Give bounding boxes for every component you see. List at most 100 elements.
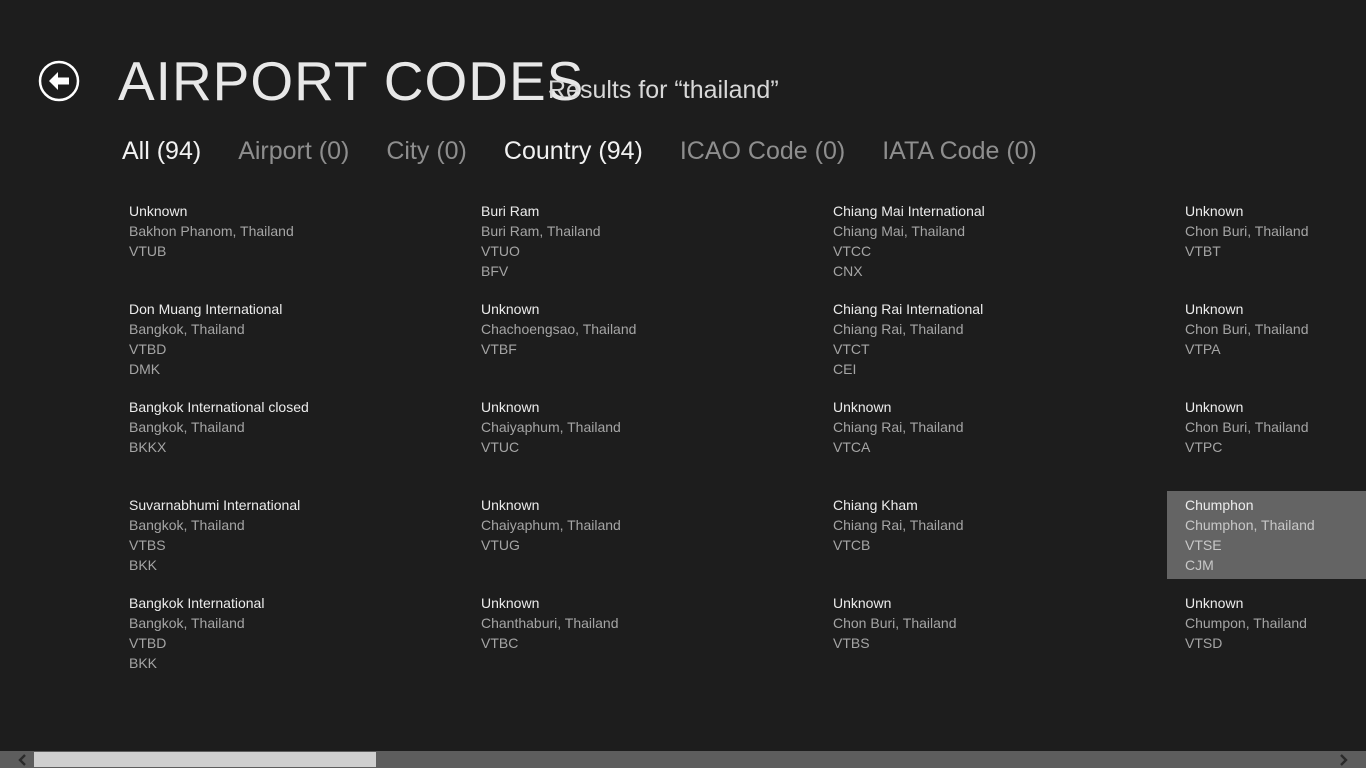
iata-code: BKK	[129, 557, 158, 573]
result-tile[interactable]: Unknown Chaiyaphum, Thailand VTUG	[463, 491, 662, 579]
icao-code: VTUO	[481, 243, 520, 259]
result-tile[interactable]: Unknown Chachoengsao, Thailand VTBF	[463, 295, 662, 383]
airport-name: Don Muang International	[129, 301, 283, 317]
result-tile[interactable]: Chiang Rai International Chiang Rai, Thai…	[815, 295, 1014, 383]
airport-location: Bangkok, Thailand	[129, 517, 245, 533]
airport-name: Unknown	[481, 595, 540, 611]
airport-location: Chumphon, Thailand	[1185, 517, 1315, 533]
result-tile[interactable]: Bangkok International closed Bangkok, Tha…	[111, 393, 310, 481]
airport-location: Chiang Rai, Thailand	[833, 419, 964, 435]
icao-code: VTUC	[481, 439, 520, 455]
airport-name: Unknown	[1185, 595, 1244, 611]
airport-name: Unknown	[481, 497, 540, 513]
result-tile[interactable]: Chiang Mai International Chiang Mai, Thai…	[815, 197, 1014, 285]
back-button[interactable]	[38, 60, 80, 102]
airport-name: Unknown	[1185, 399, 1244, 415]
iata-code: BKK	[129, 655, 158, 671]
iata-code: CEI	[833, 361, 857, 377]
icao-code: VTBT	[1185, 243, 1221, 259]
airport-location: Chachoengsao, Thailand	[481, 321, 637, 337]
page-title: AIRPORT CODES	[118, 50, 585, 112]
icao-code: VTCT	[833, 341, 870, 357]
airport-location: Chaiyaphum, Thailand	[481, 419, 621, 435]
filter-tab-all[interactable]: All (94)	[122, 132, 201, 170]
icao-code: VTUB	[129, 243, 167, 259]
airport-location: Chon Buri, Thailand	[1185, 223, 1309, 239]
scroll-left-button[interactable]	[12, 751, 32, 768]
airport-name: Buri Ram	[481, 203, 540, 219]
filter-tab-iata-code[interactable]: IATA Code (0)	[882, 132, 1037, 170]
filter-tab-city[interactable]: City (0)	[386, 132, 467, 170]
iata-code: DMK	[129, 361, 161, 377]
icao-code: VTPA	[1185, 341, 1221, 357]
back-arrow-circle-icon	[38, 60, 80, 102]
airport-location: Chon Buri, Thailand	[1185, 419, 1309, 435]
icao-code: VTBS	[833, 635, 870, 651]
airport-location: Bangkok, Thailand	[129, 615, 245, 631]
airport-name: Unknown	[481, 399, 540, 415]
icao-code: VTSE	[1185, 537, 1222, 553]
airport-name: Chiang Rai International	[833, 301, 984, 317]
result-tile[interactable]: Unknown Chumpon, Thailand VTSD	[1167, 589, 1366, 677]
icao-code: VTPC	[1185, 439, 1223, 455]
result-tile[interactable]: Unknown Chon Buri, Thailand VTPA	[1167, 295, 1366, 383]
airport-name: Unknown	[129, 203, 188, 219]
airport-location: Bakhon Phanom, Thailand	[129, 223, 294, 239]
airport-name: Suvarnabhumi International	[129, 497, 301, 513]
airport-name: Unknown	[481, 301, 540, 317]
airport-name: Unknown	[833, 595, 892, 611]
airport-location: Chon Buri, Thailand	[1185, 321, 1309, 337]
app-page: AIRPORT CODES Results for “thailand” All…	[0, 0, 1366, 768]
airport-name: Unknown	[1185, 203, 1244, 219]
airport-location: Bangkok, Thailand	[129, 321, 245, 337]
result-tile[interactable]: Unknown Chaiyaphum, Thailand VTUC	[463, 393, 662, 481]
airport-location: Bangkok, Thailand	[129, 419, 245, 435]
filter-tabs: All (94) Airport (0) City (0) Country (9…	[122, 132, 1037, 170]
horizontal-scrollbar[interactable]	[0, 751, 1366, 768]
airport-name: Chiang Mai International	[833, 203, 985, 219]
filter-tab-country[interactable]: Country (94)	[504, 132, 643, 170]
airport-name: Bangkok International	[129, 595, 265, 611]
airport-name: Bangkok International closed	[129, 399, 309, 415]
result-tile[interactable]: Suvarnabhumi International Bangkok, Thail…	[111, 491, 310, 579]
result-tile[interactable]: Unknown Bakhon Phanom, Thailand VTUB	[111, 197, 310, 285]
airport-name: Chiang Kham	[833, 497, 918, 513]
chevron-right-icon	[1340, 753, 1348, 766]
icao-code: VTUG	[481, 537, 520, 553]
airport-name: Unknown	[1185, 301, 1244, 317]
airport-location: Chon Buri, Thailand	[833, 615, 957, 631]
result-tile[interactable]: Unknown Chanthaburi, Thailand VTBC	[463, 589, 662, 677]
airport-name: Chumphon	[1185, 497, 1254, 513]
result-tile[interactable]: Don Muang International Bangkok, Thailand…	[111, 295, 310, 383]
result-tile[interactable]: Unknown Chon Buri, Thailand VTBT	[1167, 197, 1366, 285]
airport-location: Chiang Rai, Thailand	[833, 517, 964, 533]
iata-code: CJM	[1185, 557, 1214, 573]
airport-location: Chiang Mai, Thailand	[833, 223, 966, 239]
icao-code: VTBS	[129, 537, 166, 553]
icao-code: BKKX	[129, 439, 167, 455]
icao-code: VTBF	[481, 341, 517, 357]
result-tile[interactable]: Chumphon Chumphon, Thailand VTSE CJM	[1167, 491, 1366, 579]
iata-code: CNX	[833, 263, 863, 279]
scrollbar-thumb[interactable]	[34, 752, 376, 767]
airport-location: Chaiyaphum, Thailand	[481, 517, 621, 533]
airport-location: Chumpon, Thailand	[1185, 615, 1307, 631]
scroll-right-button[interactable]	[1334, 751, 1354, 768]
result-tile[interactable]: Chiang Kham Chiang Rai, Thailand VTCB	[815, 491, 1014, 579]
icao-code: VTCA	[833, 439, 871, 455]
icao-code: VTBC	[481, 635, 519, 651]
airport-location: Chanthaburi, Thailand	[481, 615, 619, 631]
result-tile[interactable]: Unknown Chon Buri, Thailand VTBS	[815, 589, 1014, 677]
result-tile[interactable]: Unknown Chon Buri, Thailand VTPC	[1167, 393, 1366, 481]
result-tile[interactable]: Unknown Chiang Rai, Thailand VTCA	[815, 393, 1014, 481]
result-tile[interactable]: Buri Ram Buri Ram, Thailand VTUO BFV	[463, 197, 662, 285]
airport-name: Unknown	[833, 399, 892, 415]
icao-code: VTBD	[129, 341, 167, 357]
chevron-left-icon	[18, 753, 26, 766]
icao-code: VTCB	[833, 537, 871, 553]
iata-code: BFV	[481, 263, 509, 279]
result-tile[interactable]: Bangkok International Bangkok, Thailand VT…	[111, 589, 310, 677]
filter-tab-airport[interactable]: Airport (0)	[238, 132, 349, 170]
filter-tab-icao-code[interactable]: ICAO Code (0)	[680, 132, 845, 170]
icao-code: VTCC	[833, 243, 872, 259]
